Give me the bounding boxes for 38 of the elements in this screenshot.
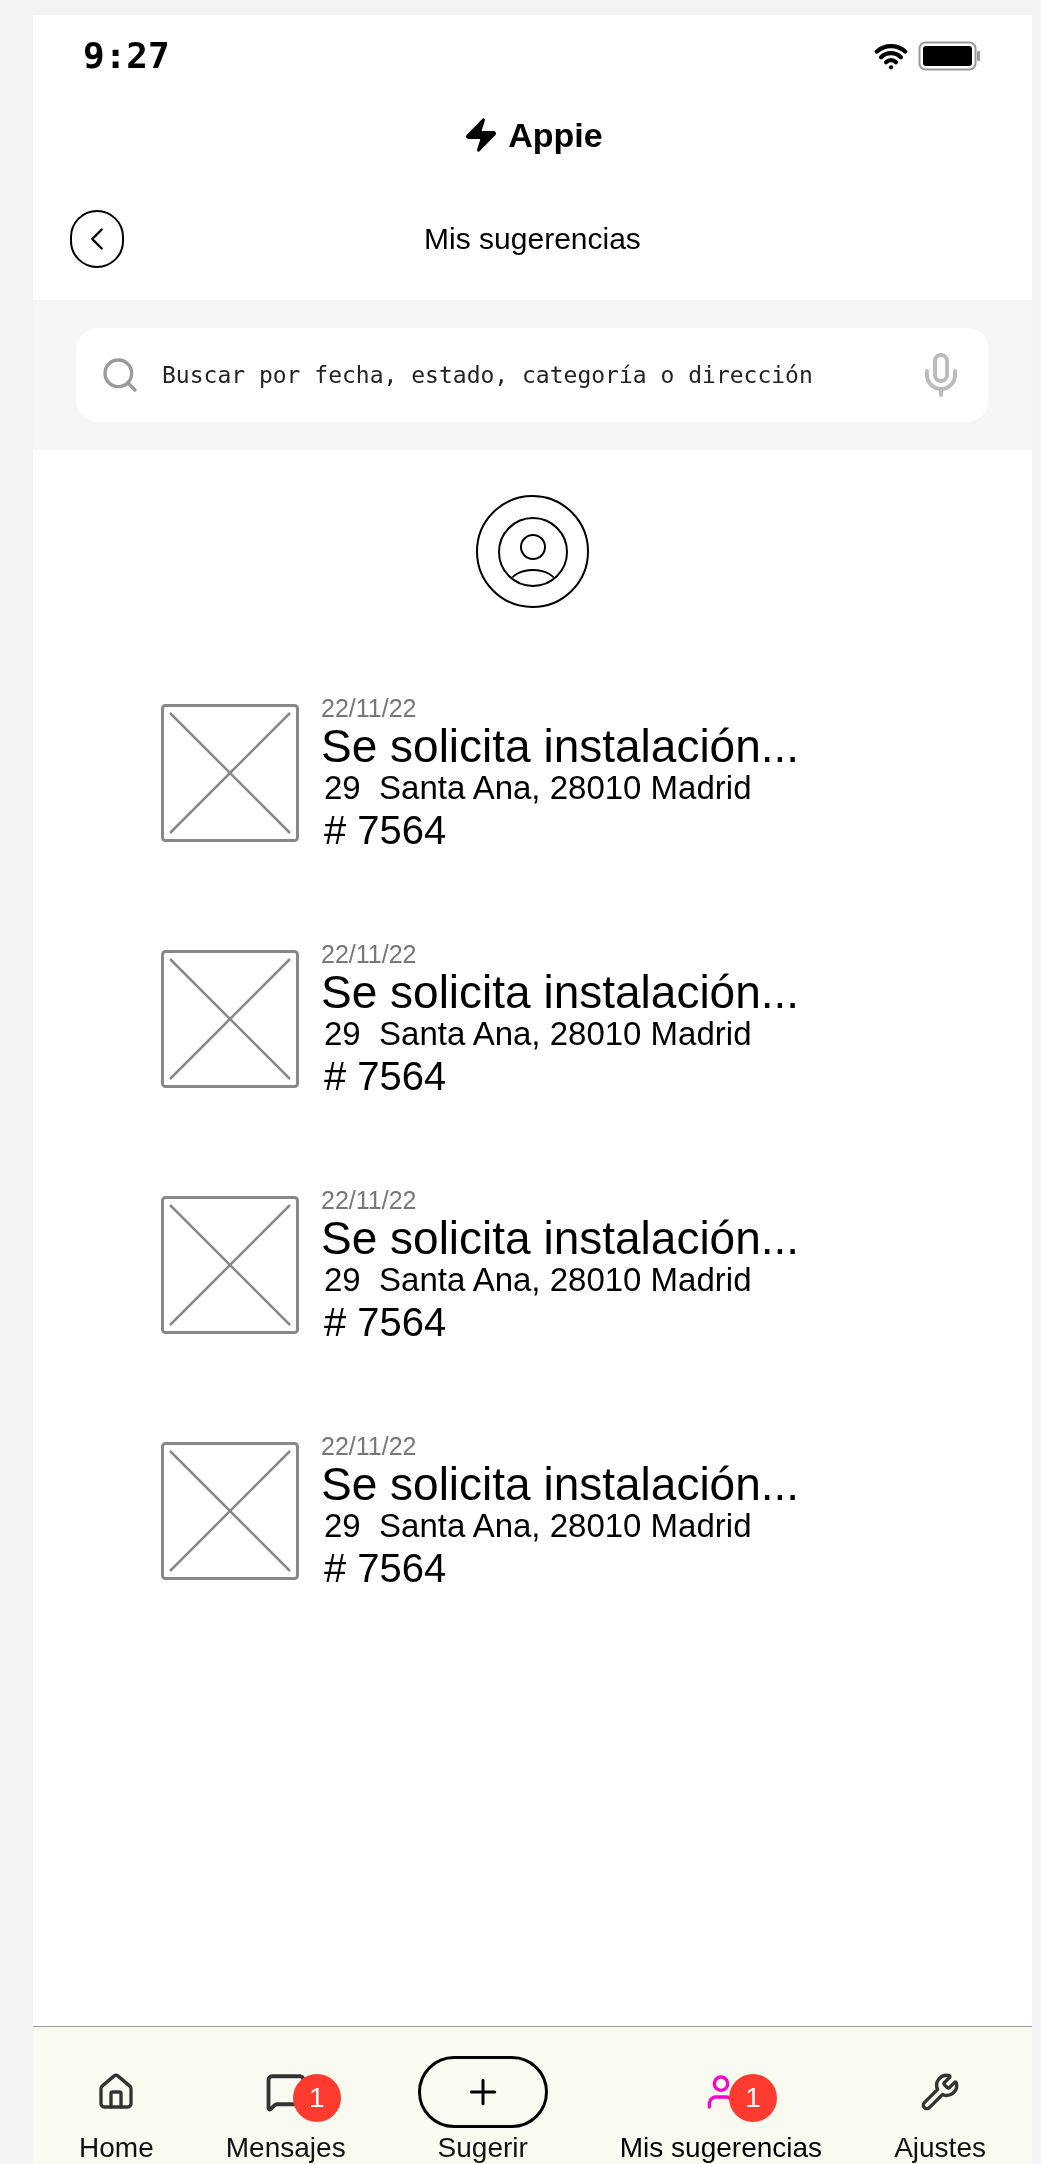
search-field[interactable]: Buscar por fecha, estado, categoría o dirección bbox=[162, 357, 895, 393]
suggestion-date: 22/11/22 bbox=[321, 696, 418, 721]
back-button[interactable] bbox=[70, 209, 124, 268]
wrench-icon bbox=[920, 2072, 961, 2112]
nav-tab[interactable]: Mis sugerencias bbox=[619, 2134, 823, 2162]
suggestion-address: 29 Santa Ana, 28010 Madrid bbox=[324, 1263, 753, 1296]
notification-badge: 1 bbox=[292, 2074, 341, 2122]
suggestion-address: 29 Santa Ana, 28010 Madrid bbox=[324, 1017, 753, 1050]
page-title: Mis sugerencias bbox=[424, 221, 641, 257]
suggestion-number: # 7564 bbox=[324, 1548, 448, 1588]
suggestion-title: Se solicita instalación... bbox=[321, 1461, 800, 1507]
search-bar[interactable]: Buscar por fecha, estado, categoría o dirección bbox=[76, 328, 989, 422]
nav-tab[interactable]: Mensajes bbox=[225, 2134, 346, 2162]
suggestion-date: 22/11/22 bbox=[321, 1188, 418, 1213]
image-placeholder-icon bbox=[161, 950, 299, 1088]
suggestion-title: Se solicita instalación... bbox=[321, 1215, 800, 1261]
suggestion-number: # 7564 bbox=[324, 810, 448, 850]
suggestion-address: 29 Santa Ana, 28010 Madrid bbox=[324, 1509, 753, 1542]
nav-tab[interactable]: Ajustes bbox=[894, 2134, 986, 2162]
nav-tab[interactable]: Sugerir bbox=[437, 2134, 528, 2162]
battery-icon bbox=[918, 41, 982, 71]
image-placeholder-icon bbox=[161, 1196, 299, 1334]
suggestion-number: # 7564 bbox=[324, 1302, 448, 1342]
suggestion-address: 29 Santa Ana, 28010 Madrid bbox=[324, 771, 753, 804]
status-time: 9:27 bbox=[83, 34, 170, 78]
avatar-icon[interactable] bbox=[476, 495, 589, 608]
app-name: Appie bbox=[508, 114, 603, 156]
image-placeholder-icon bbox=[161, 1442, 299, 1580]
add-button[interactable] bbox=[417, 2056, 548, 2128]
suggestion-title: Se solicita instalación... bbox=[321, 969, 800, 1015]
image-placeholder-icon bbox=[161, 704, 299, 842]
notification-badge: 1 bbox=[728, 2074, 777, 2122]
nav-tab[interactable]: Home bbox=[79, 2134, 154, 2162]
search-icon bbox=[100, 355, 140, 395]
suggestion-date: 22/11/22 bbox=[321, 942, 418, 967]
suggestion-title: Se solicita instalación... bbox=[321, 723, 800, 769]
suggestion-number: # 7564 bbox=[324, 1056, 448, 1096]
suggestion-date: 22/11/22 bbox=[321, 1434, 418, 1459]
